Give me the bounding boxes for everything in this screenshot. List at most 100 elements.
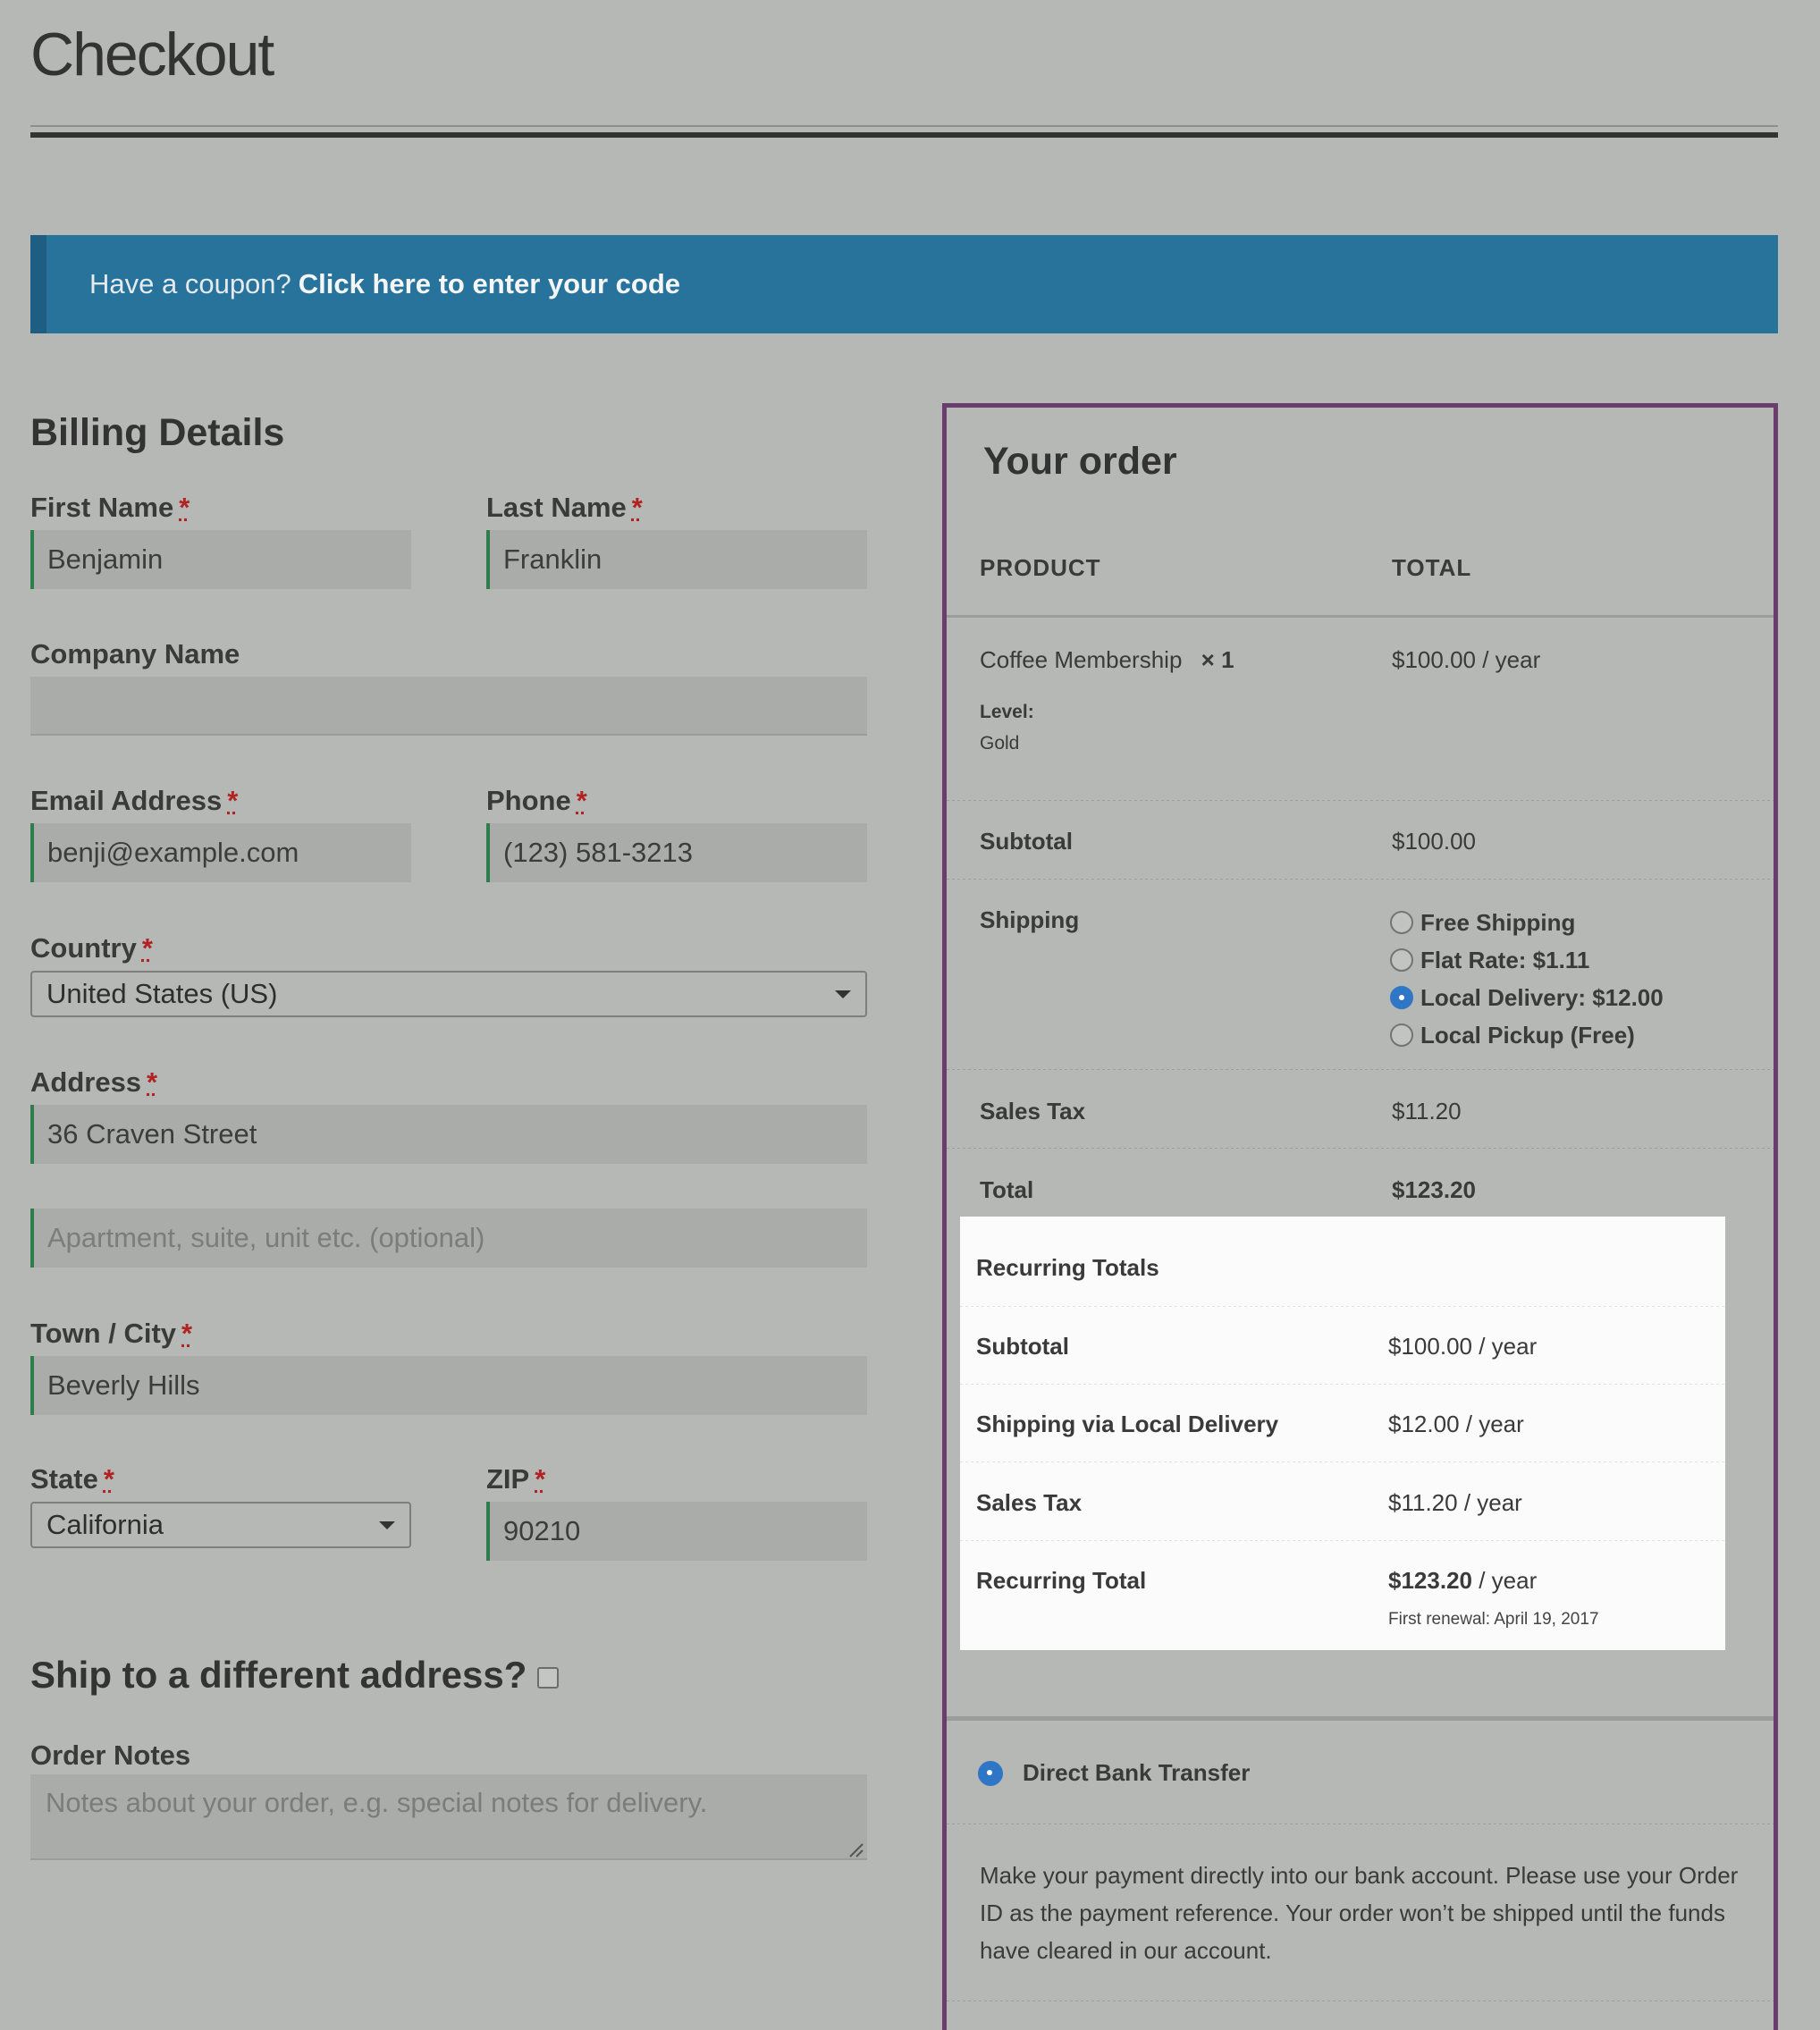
payment-description: Make your payment directly into our bank… <box>980 1862 1739 1964</box>
order-total-value: $123.20 <box>1392 1176 1476 1203</box>
zip-field[interactable] <box>486 1502 867 1561</box>
required-mark: * <box>576 785 587 816</box>
order-notes-label: Order Notes <box>30 1739 191 1771</box>
sales-tax-label: Sales Tax <box>980 1098 1086 1125</box>
row-divider <box>960 1461 1725 1462</box>
payment-method-label: Direct Bank Transfer <box>1023 1759 1251 1786</box>
zip-label: ZIP * <box>486 1463 545 1495</box>
phone-label-text: Phone <box>486 785 571 816</box>
recurring-subtotal-label: Subtotal <box>976 1333 1069 1360</box>
shipping-option-free[interactable]: Free Shipping <box>1390 904 1664 941</box>
ship-different-heading: Ship to a different address? <box>30 1654 560 1697</box>
row-divider <box>947 1069 1774 1070</box>
payment-divider <box>947 1716 1774 1721</box>
shipping-radio-flat-rate[interactable] <box>1390 948 1413 972</box>
address-label: Address * <box>30 1066 157 1099</box>
shipping-option-label: Local Delivery: $12.00 <box>1420 983 1664 1011</box>
recurring-total-period: / year <box>1471 1567 1538 1594</box>
title-divider-thin <box>30 125 1778 127</box>
email-label-text: Email Address <box>30 785 223 816</box>
shipping-options: Free Shipping Flat Rate: $1.11 Local Del… <box>1390 904 1664 1054</box>
shipping-radio-local-pickup[interactable] <box>1390 1023 1413 1047</box>
shipping-option-local-delivery[interactable]: Local Delivery: $12.00 <box>1390 979 1664 1016</box>
title-divider <box>30 132 1778 138</box>
row-divider <box>947 1148 1774 1149</box>
country-select[interactable]: United States (US) <box>30 971 867 1017</box>
payment-radio-bacs[interactable] <box>978 1760 1003 1786</box>
required-mark: * <box>535 1463 546 1495</box>
chevron-down-icon <box>835 990 851 998</box>
required-mark: * <box>181 1318 193 1349</box>
row-divider <box>960 1306 1725 1307</box>
recurring-totals-title: Recurring Totals <box>976 1254 1159 1281</box>
country-label: Country * <box>30 932 153 964</box>
phone-label: Phone * <box>486 785 587 817</box>
first-name-label-text: First Name <box>30 492 174 523</box>
recurring-shipping-label: Shipping via Local Delivery <box>976 1411 1279 1437</box>
coupon-prompt: Have a coupon? <box>89 268 291 299</box>
shipping-option-label: Free Shipping <box>1420 908 1576 936</box>
address-line2-field[interactable] <box>30 1209 867 1268</box>
subtotal-value: $100.00 <box>1392 828 1476 855</box>
shipping-option-label: Flat Rate: $1.11 <box>1420 946 1590 973</box>
country-label-text: Country <box>30 932 137 964</box>
cart-item-total: $100.00 / year <box>1392 646 1541 673</box>
first-name-field[interactable] <box>30 530 411 589</box>
country-select-value: United States (US) <box>46 978 278 1009</box>
recurring-subtotal-value: $100.00 / year <box>1388 1333 1538 1360</box>
last-name-label: Last Name * <box>486 492 643 524</box>
chevron-down-icon <box>379 1521 395 1529</box>
recurring-sales-tax-label: Sales Tax <box>976 1489 1083 1516</box>
order-notes-field[interactable] <box>30 1774 867 1860</box>
required-mark: * <box>179 492 190 523</box>
required-mark: * <box>147 1066 158 1098</box>
last-name-label-text: Last Name <box>486 492 627 523</box>
state-label: State * <box>30 1463 114 1495</box>
ship-different-checkbox[interactable] <box>537 1667 560 1689</box>
resize-grip-icon[interactable] <box>847 1841 864 1857</box>
table-header-divider <box>947 615 1774 618</box>
shipping-option-flat-rate[interactable]: Flat Rate: $1.11 <box>1390 941 1664 979</box>
zip-label-text: ZIP <box>486 1463 530 1495</box>
coupon-notice: Have a coupon? Click here to enter your … <box>30 235 1778 333</box>
shipping-label: Shipping <box>980 906 1080 933</box>
row-divider <box>947 879 1774 880</box>
recurring-shipping-value: $12.00 / year <box>1388 1411 1524 1437</box>
cart-item-name: Coffee Membership <box>980 646 1183 673</box>
payment-method-bacs[interactable]: Direct Bank Transfer <box>978 1759 1250 1787</box>
row-divider <box>960 1540 1725 1541</box>
cart-item-meta-value: Gold <box>980 733 1020 754</box>
cart-item: Coffee Membership × 1 <box>980 646 1234 674</box>
row-divider <box>960 1384 1725 1385</box>
shipping-radio-free[interactable] <box>1390 911 1413 934</box>
cart-item-meta-label: Level: <box>980 702 1034 722</box>
sales-tax-value: $11.20 <box>1392 1098 1462 1125</box>
address-label-text: Address <box>30 1066 142 1098</box>
subtotal-label: Subtotal <box>980 828 1073 855</box>
state-select[interactable]: California <box>30 1502 411 1548</box>
shipping-option-local-pickup[interactable]: Local Pickup (Free) <box>1390 1016 1664 1054</box>
first-name-label: First Name * <box>30 492 190 524</box>
shipping-radio-local-delivery[interactable] <box>1390 986 1413 1009</box>
total-column-header: TOTAL <box>1392 554 1472 581</box>
ship-different-label: Ship to a different address? <box>30 1654 527 1696</box>
company-field[interactable] <box>30 677 867 736</box>
recurring-total-value: $123.20 / year <box>1388 1567 1537 1595</box>
first-renewal-date: First renewal: April 19, 2017 <box>1388 1610 1599 1629</box>
recurring-totals-box: Recurring Totals Subtotal $100.00 / year… <box>960 1217 1725 1650</box>
row-divider <box>947 800 1774 801</box>
address-line1-field[interactable] <box>30 1105 867 1164</box>
company-label: Company Name <box>30 638 240 670</box>
coupon-link[interactable]: Click here to enter your code <box>299 268 680 300</box>
city-label: Town / City * <box>30 1318 192 1350</box>
last-name-field[interactable] <box>486 530 867 589</box>
required-mark: * <box>103 1463 114 1495</box>
required-mark: * <box>631 492 643 523</box>
recurring-total-label: Recurring Total <box>976 1567 1147 1594</box>
email-field[interactable] <box>30 823 411 882</box>
city-field[interactable] <box>30 1356 867 1415</box>
phone-field[interactable] <box>486 823 867 882</box>
required-mark: * <box>141 932 153 964</box>
recurring-sales-tax-value: $11.20 / year <box>1388 1489 1522 1516</box>
state-label-text: State <box>30 1463 98 1495</box>
